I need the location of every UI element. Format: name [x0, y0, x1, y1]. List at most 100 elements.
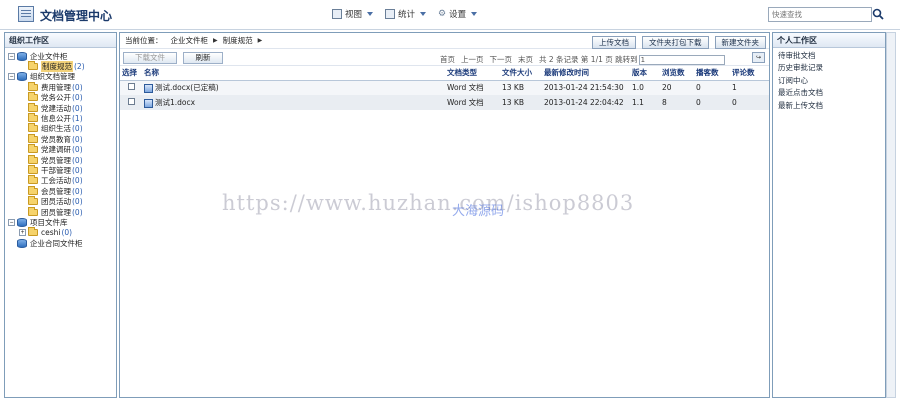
row-select-cell: [120, 95, 142, 110]
breadcrumb-item-root[interactable]: 企业文件柜: [171, 35, 209, 46]
column-header-version[interactable]: 版本: [630, 66, 660, 81]
tree-item-label[interactable]: 党建活动: [41, 103, 71, 114]
tree-item-label[interactable]: 团员活动: [41, 196, 71, 207]
org-workspace-title: 组织工作区: [5, 33, 116, 48]
row-name[interactable]: 测试.docx(已定稿): [155, 83, 219, 92]
tree-item[interactable]: 党员管理 (0): [5, 154, 116, 166]
row-name-cell[interactable]: 测试1.docx: [142, 95, 445, 110]
breadcrumb-arrow-icon: ▶: [257, 37, 263, 44]
tree-item-label[interactable]: 组织文档管理: [30, 71, 75, 82]
download-file-button[interactable]: 下载文件: [123, 52, 177, 64]
tree-item-label[interactable]: 费用管理: [41, 82, 71, 93]
next-page-link[interactable]: 下一页: [490, 54, 513, 65]
tree-item[interactable]: 党务公开 (0): [5, 92, 116, 103]
tree-item[interactable]: − 组织文档管理: [5, 72, 116, 82]
tree-item[interactable]: − 企业文件柜: [5, 51, 116, 61]
link-approval-history[interactable]: 历史审批记录: [778, 62, 885, 74]
breadcrumb-item-current[interactable]: 制度规范: [223, 35, 253, 46]
download-folder-zip-button[interactable]: 文件夹打包下载: [642, 36, 709, 49]
upload-document-button[interactable]: 上传文档: [592, 36, 636, 49]
tree-item-label[interactable]: 党建调研: [41, 144, 71, 155]
tree-item-label[interactable]: ceshi: [41, 228, 60, 237]
view-icon: [332, 9, 342, 19]
document-list-panel: 当前位置： 企业文件柜 ▶ 制度规范 ▶ 上传文档 文件夹打包下载 新建文件夹 …: [119, 32, 770, 398]
tree-item[interactable]: 组织生活 (0): [5, 123, 116, 134]
folder-icon: [28, 113, 38, 123]
tree-item-label[interactable]: 组织生活: [41, 123, 71, 134]
scrollbar[interactable]: [886, 32, 896, 398]
column-header-podcasts[interactable]: 播客数: [694, 66, 730, 81]
tree-item-count: (2): [74, 62, 85, 72]
row-views: 20: [660, 80, 694, 95]
tree-item[interactable]: + ceshi (0): [5, 227, 116, 238]
tree-item-label[interactable]: 干部管理: [41, 165, 71, 176]
tree-item[interactable]: 党建调研 (0): [5, 144, 116, 155]
page-jump-input[interactable]: [638, 55, 725, 65]
tree-item[interactable]: 企业合同文件柜: [5, 238, 116, 248]
tree-item-label[interactable]: 会员管理: [41, 186, 71, 197]
menu-view[interactable]: 视图: [332, 8, 374, 20]
link-pending-approval[interactable]: 待审批文档: [778, 50, 885, 62]
tree-item[interactable]: 工会活动 (0): [5, 175, 116, 186]
table-row[interactable]: 测试.docx(已定稿) Word 文档 13 KB 2013-01-24 21…: [120, 80, 769, 95]
refresh-button[interactable]: 刷新: [183, 52, 223, 64]
prev-page-link[interactable]: 上一页: [461, 54, 484, 65]
link-subscription-center[interactable]: 订阅中心: [778, 75, 885, 87]
row-checkbox[interactable]: [128, 98, 135, 105]
word-document-icon: [144, 98, 153, 108]
breadcrumb-arrow-icon: ▶: [213, 37, 218, 44]
tree-item[interactable]: 干部管理 (0): [5, 164, 116, 176]
personal-workspace-panel: 个人工作区 待审批文档 历史审批记录 订阅中心 最近点击文档 最新上传文档: [772, 32, 886, 398]
tree-item-label[interactable]: 党务公开: [41, 92, 71, 103]
tree-item[interactable]: − 项目文件库: [5, 217, 116, 227]
tree-item[interactable]: 费用管理 (0): [5, 81, 116, 93]
tree-item[interactable]: 会员管理 (0): [5, 185, 116, 197]
row-modified: 2013-01-24 21:54:30: [542, 80, 630, 95]
tree-item-count: (0): [72, 207, 83, 217]
link-latest-uploads[interactable]: 最新上传文档: [778, 100, 885, 112]
collapse-toggle-icon[interactable]: −: [8, 73, 15, 81]
column-header-views[interactable]: 浏览数: [660, 66, 694, 81]
tree-item-label[interactable]: 企业合同文件柜: [30, 238, 83, 249]
tree-item-label[interactable]: 信息公开: [41, 113, 71, 124]
column-header-comments[interactable]: 评论数: [730, 66, 769, 81]
row-comments: 0: [730, 95, 769, 110]
column-header-size[interactable]: 文件大小: [500, 66, 542, 81]
tree-item-count: (0): [72, 134, 83, 144]
last-page-link[interactable]: 末页: [518, 54, 533, 65]
tree-item-label[interactable]: 工会活动: [41, 175, 71, 186]
column-header-name[interactable]: 名称: [142, 66, 445, 81]
tree-item-count: (0): [72, 165, 83, 175]
app-title: 文档管理中心: [40, 9, 113, 23]
search-input[interactable]: [768, 7, 872, 22]
first-page-link[interactable]: 首页: [440, 54, 455, 65]
collapse-toggle-icon[interactable]: −: [8, 218, 15, 226]
new-folder-button[interactable]: 新建文件夹: [714, 36, 766, 49]
column-header-type[interactable]: 文档类型: [445, 66, 500, 81]
tree-item[interactable]: 党员教育 (0): [5, 133, 116, 145]
tree-item[interactable]: 信息公开 (1): [5, 113, 116, 123]
tree-item-label[interactable]: 党员教育: [41, 134, 71, 145]
table-row[interactable]: 测试1.docx Word 文档 13 KB 2013-01-24 22:04:…: [120, 95, 769, 110]
tree-item-label[interactable]: 制度规范: [41, 61, 73, 73]
search-icon[interactable]: [872, 8, 884, 20]
tree-item[interactable]: 团员活动 (0): [5, 196, 116, 206]
tree-item[interactable]: 制度规范 (2): [5, 61, 116, 73]
tree-item-label[interactable]: 党员管理: [41, 155, 71, 166]
menu-settings[interactable]: ⚙ 设置: [438, 8, 478, 20]
tree-item[interactable]: 党建活动 (0): [5, 102, 116, 114]
row-checkbox[interactable]: [128, 83, 135, 91]
chevron-down-icon: [367, 12, 374, 16]
tree-item-label[interactable]: 项目文件库: [30, 217, 68, 228]
tree-item[interactable]: 团员管理 (0): [5, 206, 116, 218]
tree-item-label[interactable]: 团员管理: [41, 207, 71, 218]
collapse-toggle-icon[interactable]: −: [8, 52, 15, 60]
link-recent-clicked[interactable]: 最近点击文档: [778, 87, 885, 99]
tree-item-label[interactable]: 企业文件柜: [30, 51, 68, 62]
column-header-modified[interactable]: 最新修改时间: [542, 66, 630, 81]
row-name[interactable]: 测试1.docx: [155, 98, 195, 107]
page-jump-go-icon[interactable]: ↪: [752, 52, 765, 63]
row-name-cell[interactable]: 测试.docx(已定稿): [142, 80, 445, 95]
menu-stats[interactable]: 统计: [385, 8, 427, 20]
expand-toggle-icon[interactable]: +: [19, 229, 26, 237]
